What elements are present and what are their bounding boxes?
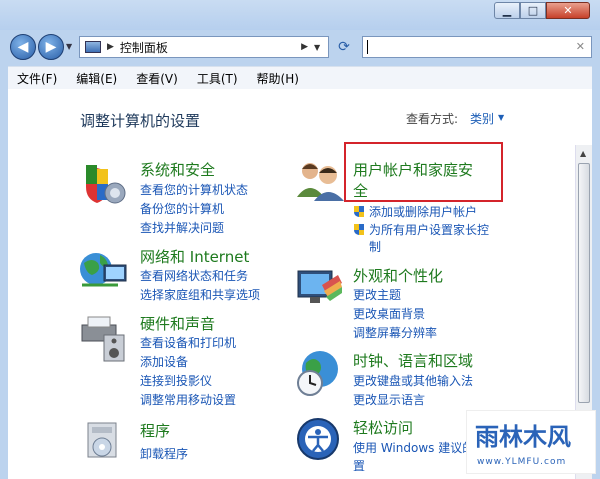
link-add-device[interactable]: 添加设备 <box>140 353 188 370</box>
highlight-box <box>344 142 503 202</box>
breadcrumb-chevron-icon[interactable]: ▶ <box>301 42 308 52</box>
search-input[interactable]: ✕ <box>362 36 592 58</box>
navigation-bar: ◀ ▶ ▼ ▶ 控制面板 ▶ ▼ ⟳ ✕ <box>0 30 600 64</box>
address-dropdown-icon[interactable]: ▼ <box>314 43 328 52</box>
link-add-remove-accounts[interactable]: 添加或删除用户帐户 <box>369 203 477 220</box>
recent-pages-dropdown[interactable]: ▼ <box>66 42 72 51</box>
category-system-security[interactable]: 系统和安全 <box>140 159 215 180</box>
menu-view[interactable]: 查看(V) <box>136 70 178 87</box>
link-mobility-settings[interactable]: 调整常用移动设置 <box>140 391 236 408</box>
scrollbar-thumb[interactable] <box>578 163 590 403</box>
menu-help[interactable]: 帮助(H) <box>257 70 299 87</box>
link-windows-suggest-settings[interactable]: 使用 Windows 建议的 <box>353 439 474 456</box>
category-hardware-sound[interactable]: 硬件和声音 <box>140 313 215 334</box>
hardware-sound-icon[interactable] <box>78 311 130 363</box>
page-title: 调整计算机的设置 <box>80 112 201 130</box>
control-panel-window: ▁ □ ✕ ◀ ▶ ▼ ▶ 控制面板 ▶ ▼ ⟳ ✕ 文件(F) 编辑(E) 查… <box>0 0 600 479</box>
category-programs[interactable]: 程序 <box>140 420 170 441</box>
watermark-brand: 雨林木风 <box>475 423 571 451</box>
link-troubleshoot[interactable]: 查找并解决问题 <box>140 219 224 236</box>
link-windows-suggest-settings-cont[interactable]: 置 <box>353 457 365 474</box>
system-security-icon[interactable] <box>78 161 130 205</box>
link-change-background[interactable]: 更改桌面背景 <box>353 305 425 322</box>
title-bar: ▁ □ ✕ <box>0 0 600 30</box>
link-parental-controls[interactable]: 为所有用户设置家长控 <box>369 221 489 238</box>
address-bar[interactable]: ▶ 控制面板 ▶ ▼ <box>79 36 329 58</box>
close-button[interactable]: ✕ <box>546 2 590 19</box>
category-network-internet[interactable]: 网络和 Internet <box>140 246 249 267</box>
view-by-category-link[interactable]: 类别 <box>470 110 494 127</box>
link-parental-controls-cont[interactable]: 制 <box>369 238 381 255</box>
scroll-up-icon[interactable]: ▲ <box>580 149 586 158</box>
text-caret <box>367 40 368 54</box>
watermark: 雨林木风 www.YLMFU.com <box>466 410 596 474</box>
control-panel-icon <box>85 41 101 53</box>
maximize-button[interactable]: □ <box>520 2 546 19</box>
link-screen-resolution[interactable]: 调整屏幕分辨率 <box>353 324 437 341</box>
back-arrow-icon: ◀ <box>17 39 29 55</box>
view-by-label: 查看方式: <box>406 112 459 126</box>
view-by-dropdown-icon[interactable]: ▼ <box>498 113 504 122</box>
refresh-button[interactable]: ⟳ <box>332 36 356 58</box>
menu-edit[interactable]: 编辑(E) <box>76 70 117 87</box>
clock-language-region-icon[interactable] <box>294 347 346 399</box>
watermark-url: www.YLMFU.com <box>477 457 567 467</box>
caption-buttons: ▁ □ ✕ <box>494 2 590 19</box>
link-devices-printers[interactable]: 查看设备和打印机 <box>140 334 236 351</box>
link-view-computer-status[interactable]: 查看您的计算机状态 <box>140 181 248 198</box>
category-ease-of-access[interactable]: 轻松访问 <box>353 417 413 438</box>
link-backup-computer[interactable]: 备份您的计算机 <box>140 200 224 217</box>
link-change-keyboard[interactable]: 更改键盘或其他输入法 <box>353 372 473 389</box>
menu-bar: 文件(F) 编辑(E) 查看(V) 工具(T) 帮助(H) <box>8 66 592 89</box>
ease-of-access-icon[interactable] <box>294 415 342 463</box>
category-appearance[interactable]: 外观和个性化 <box>353 265 443 286</box>
back-button[interactable]: ◀ <box>10 34 36 60</box>
link-homegroup-sharing[interactable]: 选择家庭组和共享选项 <box>140 286 260 303</box>
address-separator-icon: ▶ <box>107 42 114 52</box>
menu-tools[interactable]: 工具(T) <box>197 70 238 87</box>
forward-button[interactable]: ▶ <box>38 34 64 60</box>
breadcrumb-control-panel[interactable]: 控制面板 <box>120 39 295 56</box>
link-uninstall-program[interactable]: 卸载程序 <box>140 445 188 462</box>
link-change-display-language[interactable]: 更改显示语言 <box>353 391 425 408</box>
appearance-icon[interactable] <box>294 265 346 311</box>
clear-search-icon[interactable]: ✕ <box>576 40 585 53</box>
programs-icon[interactable] <box>80 417 128 465</box>
uac-shield-icon <box>354 224 364 235</box>
network-internet-icon[interactable] <box>78 247 130 293</box>
link-change-theme[interactable]: 更改主题 <box>353 286 401 303</box>
link-connect-projector[interactable]: 连接到投影仪 <box>140 372 212 389</box>
user-accounts-icon[interactable] <box>294 157 348 203</box>
forward-arrow-icon: ▶ <box>45 39 57 55</box>
uac-shield-icon <box>354 206 364 217</box>
link-network-status[interactable]: 查看网络状态和任务 <box>140 267 248 284</box>
refresh-icon: ⟳ <box>338 39 350 55</box>
minimize-button[interactable]: ▁ <box>494 2 520 19</box>
category-clock-language-region[interactable]: 时钟、语言和区域 <box>353 350 473 371</box>
menu-file[interactable]: 文件(F) <box>17 70 57 87</box>
